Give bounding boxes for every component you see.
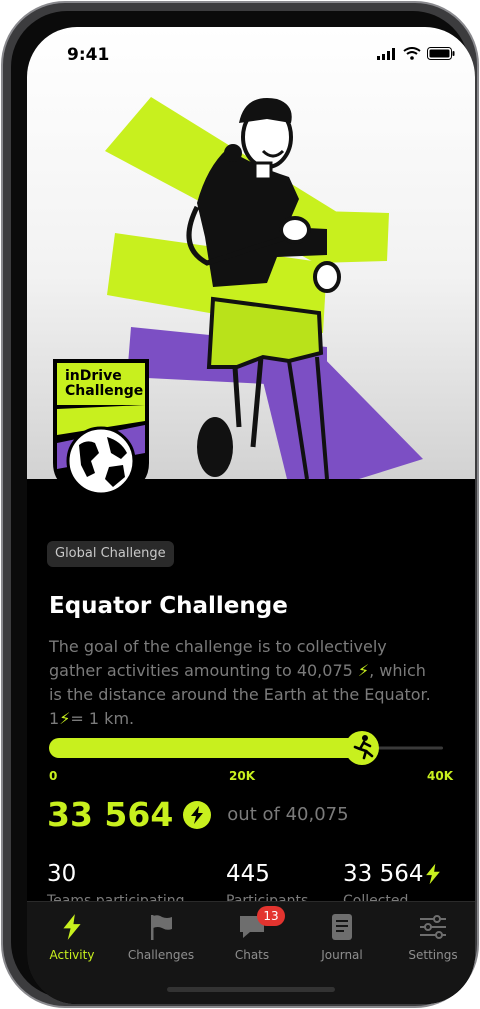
tab-label: Journal	[321, 948, 363, 962]
phone-bezel: 9:41 inDrive Challenge Global Challenge …	[11, 11, 475, 1004]
progress-bar	[49, 731, 443, 765]
bolt-icon	[63, 914, 81, 940]
challenge-type-chip[interactable]: Global Challenge	[47, 541, 174, 567]
home-indicator[interactable]	[167, 987, 335, 992]
screen: 9:41 inDrive Challenge Global Challenge …	[27, 27, 475, 1004]
tab-journal[interactable]: Journal	[297, 912, 387, 962]
tab-label: Challenges	[127, 948, 195, 962]
bolt-icon: ⚡	[59, 709, 71, 728]
tab-label: Settings	[408, 948, 458, 962]
tab-label: Activity	[49, 948, 95, 962]
badge-line-2: Challenge	[65, 383, 144, 399]
phone-frame: 9:41 inDrive Challenge Global Challenge …	[1, 1, 479, 1008]
badge-text: inDrive Challenge	[65, 369, 143, 399]
challenge-title: Equator Challenge	[49, 593, 288, 619]
total-out-of: out of 40,075	[227, 804, 349, 825]
stat-value: 30	[47, 861, 77, 887]
challenge-badge: inDrive Challenge	[51, 359, 151, 496]
badge-line-1: inDrive	[65, 368, 122, 384]
tab-label: Chats	[234, 948, 270, 962]
status-time: 9:41	[67, 45, 110, 65]
progress-fill	[49, 738, 372, 758]
bolt-icon	[183, 800, 212, 829]
stat-value-row: 33 564	[343, 861, 441, 887]
description-text-3a: 1	[49, 709, 60, 728]
stat-value: 445	[226, 861, 270, 887]
wifi-icon	[403, 47, 421, 60]
tab-settings[interactable]: Settings	[388, 912, 475, 962]
status-icons	[377, 47, 455, 60]
tab-chats[interactable]: 13 Chats	[207, 906, 297, 962]
signal-icon	[377, 47, 395, 60]
stat-value: 33 564	[343, 861, 424, 887]
progress-ticks: 0 20K 40K	[49, 769, 453, 785]
chats-notification-badge: 13	[257, 906, 285, 926]
tab-challenges[interactable]: Challenges	[116, 912, 206, 962]
tab-activity[interactable]: Activity	[27, 912, 117, 962]
progress-knob	[344, 731, 379, 765]
tick-mid: 20K	[229, 769, 255, 783]
bolt-icon: ⚡	[357, 661, 370, 680]
bolt-icon	[426, 863, 441, 885]
progress-total: 33 564 out of 40,075	[47, 795, 349, 834]
challenge-description: The goal of the challenge is to collecti…	[49, 635, 439, 731]
description-text-3b: = 1 km.	[70, 709, 135, 728]
description-text-1: The goal of the challenge is to collecti…	[49, 637, 387, 680]
globe-icon	[66, 426, 136, 496]
tick-end: 40K	[427, 769, 453, 783]
status-bar: 9:41	[27, 27, 475, 83]
total-value: 33 564	[47, 795, 174, 834]
sliders-icon	[420, 915, 446, 939]
journal-icon	[332, 914, 352, 940]
tick-start: 0	[49, 769, 58, 783]
battery-icon	[427, 47, 455, 60]
flag-icon	[151, 915, 172, 940]
